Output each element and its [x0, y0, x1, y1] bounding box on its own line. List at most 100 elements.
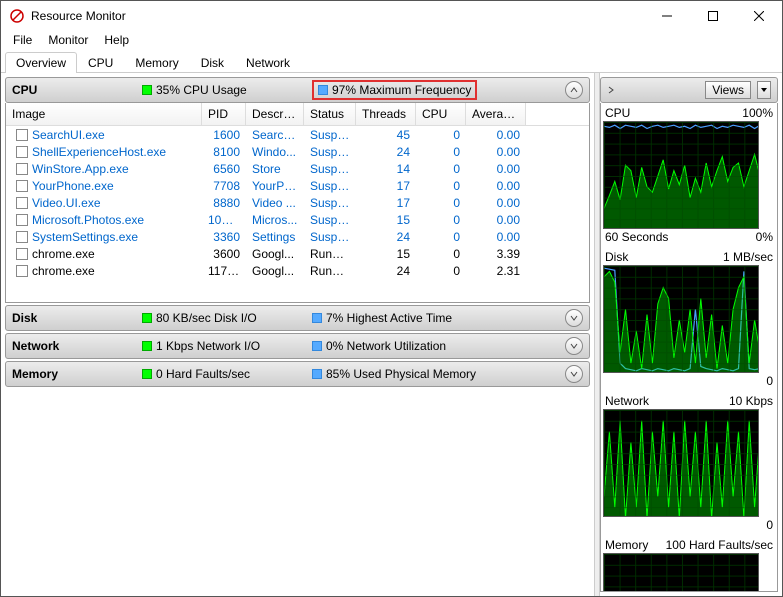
graphs-container[interactable]: CPU100%60 Seconds0%Disk1 MB/sec0Network1…	[600, 103, 778, 592]
threads: 45	[356, 128, 416, 142]
process-name: YourPhone.exe	[32, 179, 114, 193]
table-row[interactable]: chrome.exe3600Googl...Runni...1503.39	[6, 245, 589, 262]
process-name: Video.UI.exe	[32, 196, 101, 210]
network-panel-header[interactable]: Network 1 Kbps Network I/O 0% Network Ut…	[5, 333, 590, 359]
blue-square-icon	[318, 85, 328, 95]
tab-overview[interactable]: Overview	[5, 52, 77, 73]
pid: 3360	[202, 230, 246, 244]
threads: 17	[356, 196, 416, 210]
description: YourPh...	[246, 179, 304, 193]
chevron-up-icon[interactable]	[565, 81, 583, 99]
green-square-icon	[142, 341, 152, 351]
chevron-down-icon[interactable]	[565, 365, 583, 383]
average: 0.00	[466, 230, 526, 244]
process-name: chrome.exe	[32, 247, 95, 261]
row-checkbox[interactable]	[16, 248, 28, 260]
table-row[interactable]: YourPhone.exe7708YourPh...Suspe...1700.0…	[6, 177, 589, 194]
menu-help[interactable]: Help	[96, 31, 137, 51]
graph-min: 0	[766, 518, 773, 532]
cpu-process-grid: Image PID Descrip... Status Threads CPU …	[5, 103, 590, 303]
graph-canvas	[603, 121, 759, 229]
tab-memory[interactable]: Memory	[124, 52, 189, 73]
pid: 10732	[202, 213, 246, 227]
tab-cpu[interactable]: CPU	[77, 52, 124, 73]
average: 0.00	[466, 162, 526, 176]
graph-title: CPU	[605, 106, 630, 120]
process-name: SystemSettings.exe	[32, 230, 138, 244]
table-row[interactable]: SystemSettings.exe 3360SettingsSuspe...24…	[6, 228, 589, 245]
chevron-right-icon[interactable]	[607, 83, 615, 97]
memory-panel-label: Memory	[12, 367, 142, 381]
col-pid[interactable]: PID	[202, 103, 246, 125]
chevron-down-icon[interactable]	[565, 309, 583, 327]
minimize-button[interactable]	[644, 1, 690, 31]
pid: 6560	[202, 162, 246, 176]
row-checkbox[interactable]	[16, 129, 28, 141]
table-row[interactable]: Microsoft.Photos.exe10732Micros...Suspe.…	[6, 211, 589, 228]
row-checkbox[interactable]	[16, 231, 28, 243]
views-button[interactable]: Views	[705, 81, 751, 99]
graph-canvas	[603, 553, 759, 592]
col-cpu[interactable]: CPU	[416, 103, 466, 125]
col-average[interactable]: Averag...	[466, 103, 526, 125]
status: Runni...	[304, 264, 356, 278]
menu-monitor[interactable]: Monitor	[40, 31, 96, 51]
description: Settings	[246, 230, 304, 244]
table-row[interactable]: Video.UI.exe8880Video ...Suspe...1700.00	[6, 194, 589, 211]
maximize-button[interactable]	[690, 1, 736, 31]
menubar: File Monitor Help	[1, 31, 782, 51]
left-pane: CPU 35% CPU Usage 97% Maximum Frequency …	[1, 73, 594, 596]
pid: 8100	[202, 145, 246, 159]
grid-body[interactable]: SearchUI.exe1600Search ...Suspe...4500.0…	[6, 126, 589, 301]
tab-network[interactable]: Network	[235, 52, 301, 73]
threads: 14	[356, 162, 416, 176]
graph-xlabel: 60 Seconds	[605, 230, 668, 244]
table-row[interactable]: SearchUI.exe1600Search ...Suspe...4500.0…	[6, 126, 589, 143]
col-threads[interactable]: Threads	[356, 103, 416, 125]
pid: 3600	[202, 247, 246, 261]
disk-panel-header[interactable]: Disk 80 KB/sec Disk I/O 7% Highest Activ…	[5, 305, 590, 331]
row-checkbox[interactable]	[16, 197, 28, 209]
tabbar: Overview CPU Memory Disk Network	[1, 51, 782, 73]
row-checkbox[interactable]	[16, 163, 28, 175]
description: Video ...	[246, 196, 304, 210]
graph-disk: Disk1 MB/sec0	[603, 249, 775, 389]
row-checkbox[interactable]	[16, 146, 28, 158]
views-dropdown[interactable]	[757, 81, 771, 99]
memory-panel-header[interactable]: Memory 0 Hard Faults/sec 85% Used Physic…	[5, 361, 590, 387]
table-row[interactable]: chrome.exe11728Googl...Runni...2402.31	[6, 262, 589, 279]
status: Suspe...	[304, 162, 356, 176]
description: Windo...	[246, 145, 304, 159]
titlebar[interactable]: Resource Monitor	[1, 1, 782, 31]
cpu: 0	[416, 179, 466, 193]
memory-used-stat: 85% Used Physical Memory	[312, 367, 476, 381]
pid: 7708	[202, 179, 246, 193]
description: Store	[246, 162, 304, 176]
cpu: 0	[416, 162, 466, 176]
close-button[interactable]	[736, 1, 782, 31]
threads: 24	[356, 230, 416, 244]
menu-file[interactable]: File	[5, 31, 40, 51]
app-icon	[9, 8, 25, 24]
average: 0.00	[466, 179, 526, 193]
row-checkbox[interactable]	[16, 214, 28, 226]
row-checkbox[interactable]	[16, 265, 28, 277]
col-image[interactable]: Image	[6, 103, 202, 125]
col-status[interactable]: Status	[304, 103, 356, 125]
green-square-icon	[142, 369, 152, 379]
row-checkbox[interactable]	[16, 180, 28, 192]
graph-min: 0%	[756, 230, 773, 244]
table-row[interactable]: WinStore.App.exe 6560StoreSuspe...1400.00	[6, 160, 589, 177]
description: Googl...	[246, 264, 304, 278]
status: Suspe...	[304, 230, 356, 244]
col-description[interactable]: Descrip...	[246, 103, 304, 125]
process-name: WinStore.App.exe	[32, 162, 129, 176]
tab-disk[interactable]: Disk	[190, 52, 235, 73]
disk-io-stat: 80 KB/sec Disk I/O	[142, 311, 312, 325]
cpu-panel-header[interactable]: CPU 35% CPU Usage 97% Maximum Frequency	[5, 77, 590, 103]
chevron-down-icon[interactable]	[565, 337, 583, 355]
status: Suspe...	[304, 196, 356, 210]
pid: 8880	[202, 196, 246, 210]
table-row[interactable]: ShellExperienceHost.exe8100Windo...Suspe…	[6, 143, 589, 160]
process-name: Microsoft.Photos.exe	[32, 213, 144, 227]
